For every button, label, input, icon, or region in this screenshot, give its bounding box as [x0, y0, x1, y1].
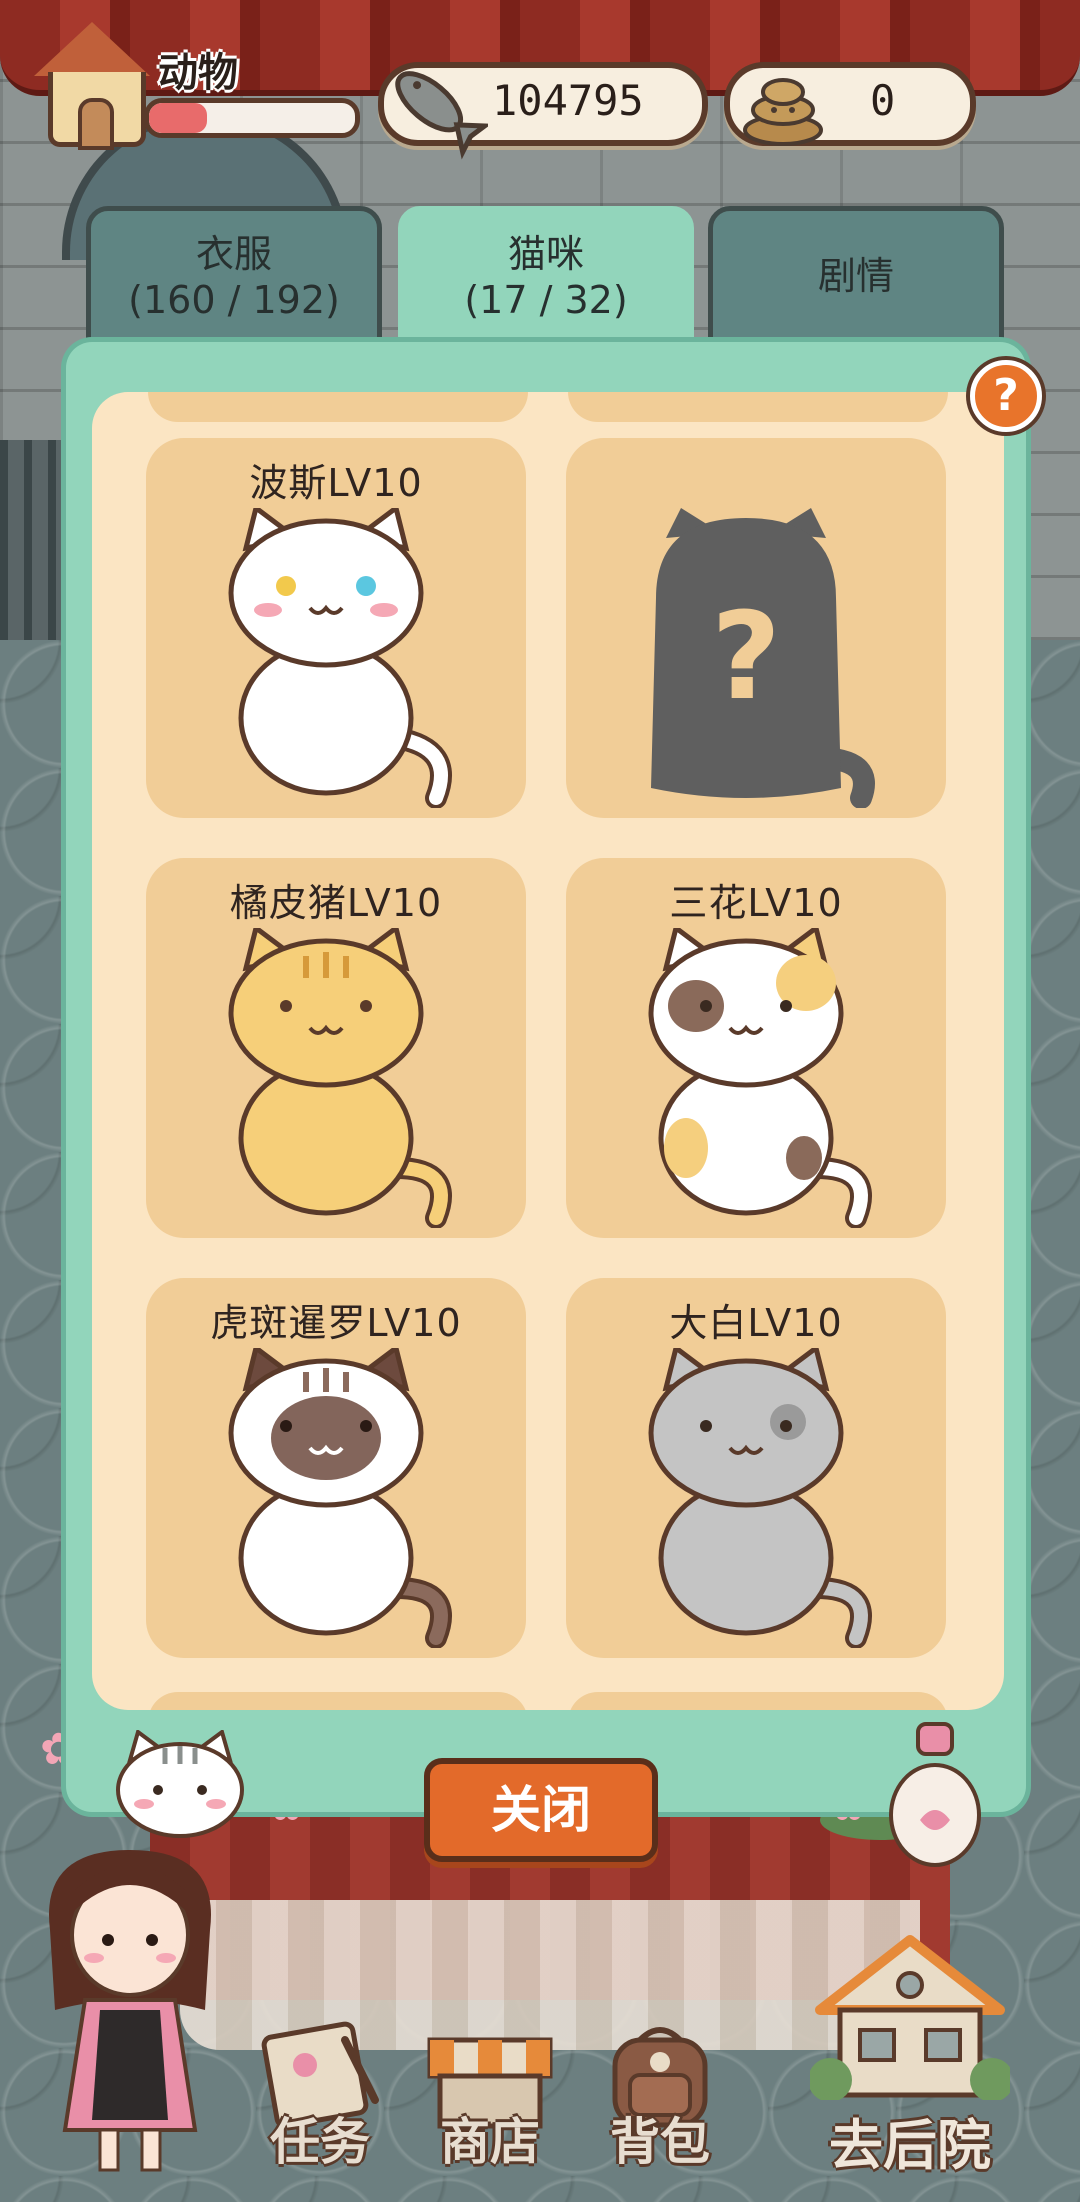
cat-card-calico[interactable]: 三花LV10 — [566, 858, 946, 1238]
cat-card-persian[interactable]: 波斯LV10 — [146, 438, 526, 818]
cat-name: 虎斑暹罗LV10 — [210, 1301, 462, 1345]
calico-cat-icon — [648, 928, 872, 1228]
card-edge — [148, 1692, 528, 1710]
shopkeeper-girl-icon — [49, 1850, 211, 2172]
shop-label: 商店 — [440, 2113, 540, 2171]
backyard-button[interactable]: 去后院 — [760, 1930, 1060, 2180]
bag-label: 背包 — [610, 2113, 710, 2171]
experience-bar-fill — [149, 103, 207, 133]
card-edge — [568, 1692, 948, 1710]
grey-cat-icon — [648, 1348, 872, 1648]
orange-cat-icon — [228, 928, 452, 1228]
tab-label: 衣服 — [195, 232, 272, 276]
task-label: 任务 — [270, 2113, 370, 2171]
fish-count: 104795 — [492, 76, 644, 125]
help-button[interactable]: ? — [970, 360, 1042, 432]
cat-name: 橘皮猪LV10 — [229, 881, 443, 925]
fish-icon — [395, 71, 488, 160]
fish-currency-counter[interactable]: 104795 — [378, 62, 708, 160]
shop-button[interactable]: 商店 — [420, 2020, 560, 2171]
poop-icon — [743, 78, 823, 146]
tab-count: (160 / 192) — [128, 278, 340, 322]
poop-counter[interactable]: 0 — [724, 62, 976, 146]
cat-mascot-icon — [116, 1730, 244, 1838]
cat-card-grey[interactable]: 大白LV10 — [566, 1278, 946, 1658]
siamese-cat-icon — [228, 1348, 452, 1648]
top-status-bar: 动物 104795 0 — [0, 0, 1080, 160]
locked-cat-silhouette-icon: ? — [651, 508, 875, 808]
tab-cats[interactable]: 猫咪 (17 / 32) — [398, 206, 694, 356]
iron-railing — [0, 440, 70, 640]
bag-button[interactable]: 背包 — [590, 2020, 730, 2171]
potion-bottle-icon — [889, 1722, 981, 1867]
backyard-house-icon — [810, 1935, 1010, 2100]
tab-label: 剧情 — [817, 254, 894, 298]
backyard-label: 去后院 — [829, 2114, 991, 2177]
level-title: 动物 — [158, 50, 238, 96]
poop-count: 0 — [870, 76, 896, 125]
cat-card-locked[interactable]: ? — [566, 438, 946, 818]
cat-name: 三花LV10 — [669, 881, 843, 925]
task-button[interactable]: 任务 — [250, 2020, 390, 2171]
tab-count: (17 / 32) — [464, 278, 628, 322]
cat-card-siamese[interactable]: 虎斑暹罗LV10 — [146, 1278, 526, 1658]
cat-card-orange[interactable]: 橘皮猪LV10 — [146, 858, 526, 1238]
card-edge — [568, 392, 948, 422]
home-level-icon[interactable] — [28, 22, 156, 150]
svg-text:?: ? — [711, 588, 781, 727]
experience-bar — [144, 98, 360, 138]
tab-story[interactable]: 剧情 — [708, 206, 1004, 346]
cat-name: 波斯LV10 — [249, 461, 423, 505]
cat-name: 大白LV10 — [669, 1301, 843, 1345]
cat-collection-grid[interactable]: 波斯LV10 ? 橘皮猪LV10 三花LV10 虎斑暹罗LV10 大白LV10 — [92, 392, 1004, 1710]
card-edge — [148, 392, 528, 422]
close-button[interactable]: 关闭 — [424, 1758, 658, 1862]
persian-cat-icon — [228, 508, 452, 808]
tab-label: 猫咪 — [507, 232, 584, 276]
tab-clothes[interactable]: 衣服 (160 / 192) — [86, 206, 382, 346]
